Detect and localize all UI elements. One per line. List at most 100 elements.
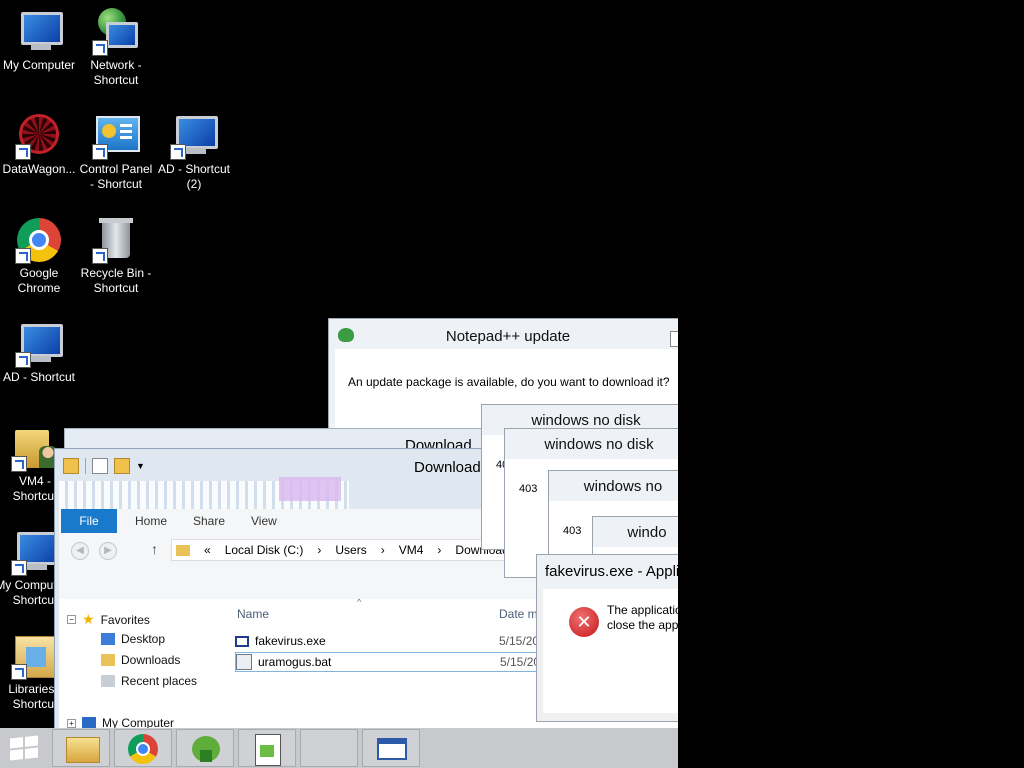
- dialog-code: 403: [563, 525, 582, 537]
- desktop-icon-ad-shortcut[interactable]: AD - Shortcut: [0, 320, 79, 385]
- dialog-message: An update package is available, do you w…: [348, 375, 670, 389]
- application-error-dialog[interactable]: fakevirus.exe - Appli ✕ The applicatio c…: [536, 554, 678, 722]
- nav-recent-places[interactable]: Recent places: [101, 674, 197, 688]
- nav-label: Desktop: [121, 632, 166, 646]
- desktop-icon-datawagon[interactable]: DataWagon...: [0, 112, 79, 177]
- file-name: uramogus.bat: [258, 655, 332, 669]
- close-button[interactable]: [670, 331, 678, 347]
- shortcut-arrow-icon: [92, 40, 108, 56]
- navigation-pane: − ★ Favorites Desktop Downloads Recent p…: [59, 599, 229, 737]
- tab-share[interactable]: Share: [193, 509, 225, 533]
- star-icon: ★: [82, 611, 95, 627]
- properties-icon[interactable]: [92, 458, 108, 474]
- breadcrumb-overflow[interactable]: «: [204, 543, 211, 557]
- notepadpp-icon: [255, 734, 281, 766]
- start-button[interactable]: [0, 729, 50, 767]
- shortcut-arrow-icon: [15, 144, 31, 160]
- nav-favorites[interactable]: − ★ Favorites: [67, 611, 150, 628]
- dialog-body: ✕ The applicatio close the app: [543, 589, 678, 713]
- breadcrumb-separator[interactable]: ›: [317, 543, 321, 557]
- dialog-title: windows no: [549, 471, 678, 501]
- tab-view[interactable]: View: [251, 509, 277, 533]
- file-explorer-icon: [66, 737, 100, 763]
- desktop-icon-label: Recycle Bin - Shortcut: [80, 266, 152, 295]
- nav-downloads[interactable]: Downloads: [101, 653, 180, 667]
- tab-home[interactable]: Home: [135, 509, 167, 533]
- breadcrumb-separator[interactable]: ›: [437, 543, 441, 557]
- desktop-icon-my-computer[interactable]: My Computer: [0, 8, 79, 73]
- chevron-down-icon[interactable]: ▼: [136, 461, 145, 471]
- shortcut-arrow-icon: [15, 352, 31, 368]
- shortcut-arrow-icon: [11, 560, 27, 576]
- forward-arrow-icon[interactable]: ▶: [99, 542, 117, 560]
- desktop-icon-label: My Computer: [2, 58, 76, 72]
- desktop-icon-recycle-bin[interactable]: Recycle Bin - Shortcut: [76, 216, 156, 296]
- recent-places-icon: [101, 675, 115, 687]
- windows-logo-icon: [10, 735, 38, 761]
- back-arrow-icon[interactable]: ◀: [71, 542, 89, 560]
- column-header-name[interactable]: Name: [237, 607, 269, 621]
- nav-desktop[interactable]: Desktop: [101, 632, 165, 646]
- monitor-icon: [15, 320, 63, 368]
- shortcut-arrow-icon: [170, 144, 186, 160]
- file-date: 5/15/20: [500, 655, 541, 669]
- dialog-code: 403: [519, 483, 538, 495]
- breadcrumb-local-disk[interactable]: Local Disk (C:): [225, 543, 304, 557]
- notepadpp-updater-icon: [192, 736, 220, 762]
- libraries-icon: [11, 632, 59, 680]
- column-header-date[interactable]: Date m: [499, 607, 538, 621]
- taskbar-notepadpp[interactable]: [238, 729, 296, 767]
- desktop-icon-network[interactable]: Network - Shortcut: [76, 8, 156, 88]
- desktop-icon-ad-shortcut-2[interactable]: AD - Shortcut (2): [154, 112, 234, 192]
- separator: [85, 458, 86, 474]
- shortcut-arrow-icon: [15, 248, 31, 264]
- control-panel-icon: [92, 112, 140, 160]
- chrome-icon: [128, 734, 158, 764]
- breadcrumb-separator[interactable]: ›: [381, 543, 385, 557]
- desktop-icon-label: Google Chrome: [17, 266, 61, 295]
- new-folder-icon[interactable]: [114, 458, 130, 474]
- ribbon-glitch: [279, 477, 341, 501]
- dialog-title: windo: [593, 517, 678, 547]
- desktop-icon-label: Control Panel - Shortcut: [79, 162, 153, 191]
- tab-file[interactable]: File: [61, 509, 117, 533]
- exe-file-icon: [235, 635, 249, 647]
- file-name: fakevirus.exe: [255, 634, 326, 648]
- monitor-icon: [170, 112, 218, 160]
- desktop-icon: [101, 633, 115, 645]
- taskbar-google-chrome[interactable]: [114, 729, 172, 767]
- desktop-icon-label: Network - Shortcut: [90, 58, 142, 87]
- folder-icon: [176, 544, 190, 556]
- error-line: close the app: [607, 618, 678, 632]
- error-line: The applicatio: [607, 603, 678, 617]
- nav-label: Downloads: [121, 653, 181, 667]
- error-icon: ✕: [569, 607, 599, 637]
- expand-icon[interactable]: +: [67, 718, 76, 728]
- taskbar-generic-window[interactable]: [362, 729, 420, 767]
- dialog-title: windows no disk: [505, 429, 678, 459]
- desktop: My Computer Network - Shortcut DataWagon…: [0, 0, 678, 768]
- shortcut-arrow-icon: [92, 248, 108, 264]
- dialog-title: Notepad++ update: [445, 328, 571, 345]
- taskbar-blank-window[interactable]: [300, 729, 358, 767]
- shortcut-arrow-icon: [11, 664, 27, 680]
- desktop-icon-control-panel[interactable]: Control Panel - Shortcut: [76, 112, 156, 192]
- monitor-icon: [15, 8, 63, 56]
- up-arrow-icon[interactable]: ↑: [151, 541, 158, 557]
- breadcrumb-users[interactable]: Users: [335, 543, 366, 557]
- window-icon: [377, 738, 407, 760]
- chrome-icon: [15, 216, 63, 264]
- quick-access-toolbar: ▼: [63, 457, 145, 475]
- taskbar-notepadpp-updater[interactable]: [176, 729, 234, 767]
- desktop-icon-label: AD - Shortcut: [2, 370, 76, 384]
- collapse-icon[interactable]: −: [67, 615, 76, 624]
- folder-icon[interactable]: [63, 458, 79, 474]
- desktop-icon-google-chrome[interactable]: Google Chrome: [0, 216, 79, 296]
- taskbar: [0, 728, 678, 768]
- error-message: The applicatio close the app: [607, 603, 678, 633]
- breadcrumb-vm4[interactable]: VM4: [399, 543, 424, 557]
- shortcut-arrow-icon: [92, 144, 108, 160]
- taskbar-file-explorer[interactable]: [52, 729, 110, 767]
- nav-label: Favorites: [100, 612, 150, 627]
- file-date: 5/15/20: [499, 634, 540, 648]
